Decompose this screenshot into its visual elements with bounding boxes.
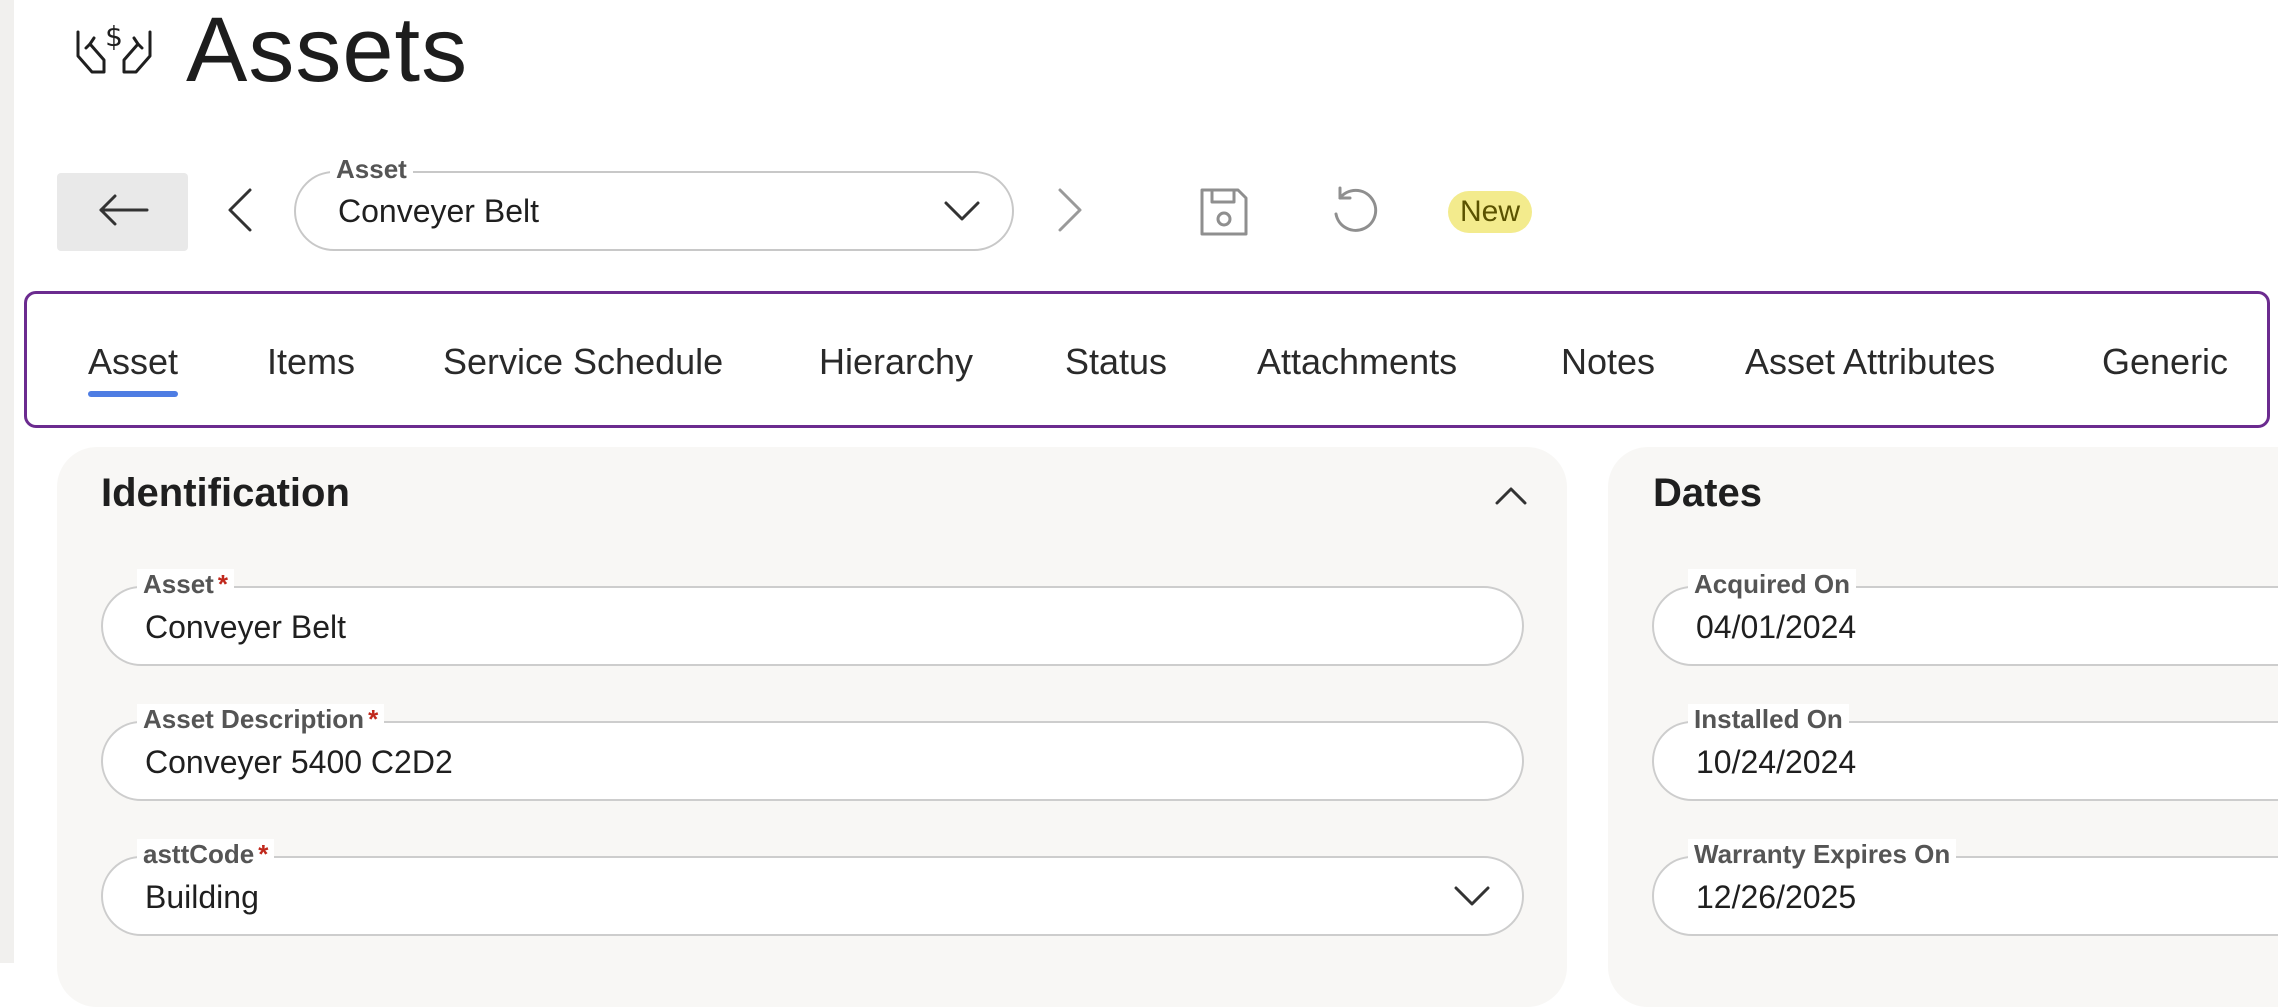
page-header: $ Assets bbox=[74, 0, 468, 100]
tab-asset-attributes[interactable]: Asset Attributes bbox=[1745, 341, 1995, 383]
arrow-left-icon bbox=[97, 194, 149, 231]
acquired-on-value: 04/01/2024 bbox=[1696, 609, 1857, 645]
tab-status[interactable]: Status bbox=[1065, 341, 1167, 383]
asset-field-label-text: Asset bbox=[143, 569, 214, 599]
astt-code-select[interactable]: asttCode * Building bbox=[101, 839, 1524, 936]
asset-selector[interactable]: Asset Conveyer Belt bbox=[294, 154, 1014, 251]
save-button[interactable] bbox=[1196, 184, 1252, 240]
warranty-expires-on-field[interactable]: Warranty Expires On 12/26/2025 bbox=[1652, 839, 2278, 936]
asset-field[interactable]: Asset * Conveyer Belt bbox=[101, 569, 1524, 666]
required-marker: * bbox=[368, 704, 379, 734]
tab-asset[interactable]: Asset bbox=[88, 341, 179, 397]
acquired-on-label: Acquired On bbox=[1688, 569, 1857, 600]
required-marker: * bbox=[258, 839, 269, 869]
astt-code-label-text: asttCode bbox=[143, 839, 255, 869]
asset-description-label-text: Asset Description bbox=[143, 704, 365, 734]
chevron-down-icon bbox=[942, 197, 982, 230]
back-button[interactable] bbox=[57, 173, 188, 251]
tab-items[interactable]: Items bbox=[267, 341, 355, 383]
tab-bar: Asset Items Service Schedule Hierarchy S… bbox=[24, 291, 2270, 428]
identification-title: Identification bbox=[101, 471, 350, 515]
chevron-left-icon bbox=[226, 186, 254, 239]
svg-text:$: $ bbox=[105, 20, 123, 53]
astt-code-value: Building bbox=[145, 879, 259, 915]
warranty-expires-on-label: Warranty Expires On bbox=[1688, 839, 1957, 870]
asset-field-label: Asset * bbox=[137, 569, 234, 600]
chevron-right-icon bbox=[1056, 186, 1084, 239]
installed-on-value: 10/24/2024 bbox=[1696, 744, 1857, 780]
dates-title: Dates bbox=[1653, 471, 1762, 515]
undo-icon bbox=[1328, 186, 1384, 244]
undo-button[interactable] bbox=[1328, 184, 1384, 240]
chevron-up-icon bbox=[1491, 487, 1531, 515]
tab-service-schedule[interactable]: Service Schedule bbox=[443, 341, 723, 383]
left-edge-strip bbox=[0, 0, 14, 963]
asset-selector-label: Asset bbox=[330, 154, 413, 185]
warranty-expires-on-value: 12/26/2025 bbox=[1696, 879, 1857, 915]
chevron-down-icon bbox=[1452, 882, 1492, 915]
required-marker: * bbox=[217, 569, 228, 599]
asset-description-field[interactable]: Asset Description * Conveyer 5400 C2D2 bbox=[101, 704, 1524, 801]
asset-selector-value: Conveyer Belt bbox=[338, 193, 539, 229]
tab-notes[interactable]: Notes bbox=[1561, 341, 1655, 383]
previous-record-button[interactable] bbox=[220, 184, 260, 240]
hands-dollar-icon: $ bbox=[74, 12, 154, 82]
installed-on-field[interactable]: Installed On 10/24/2024 bbox=[1652, 704, 2278, 801]
collapse-section-button[interactable] bbox=[1491, 481, 1531, 511]
status-badge: New bbox=[1448, 191, 1533, 233]
astt-code-label: asttCode * bbox=[137, 839, 275, 870]
page-title: Assets bbox=[186, 0, 469, 101]
tab-hierarchy[interactable]: Hierarchy bbox=[819, 341, 973, 383]
dates-card: Dates Acquired On 04/01/2024 Installed O… bbox=[1608, 447, 2278, 1007]
save-icon bbox=[1196, 188, 1252, 244]
installed-on-label: Installed On bbox=[1688, 704, 1849, 735]
tab-attachments[interactable]: Attachments bbox=[1257, 341, 1457, 383]
tab-generic[interactable]: Generic bbox=[2102, 341, 2228, 383]
next-record-button[interactable] bbox=[1050, 184, 1090, 240]
identification-card: Identification Asset * Conveyer Belt Asse… bbox=[57, 447, 1567, 1007]
asset-field-value: Conveyer Belt bbox=[145, 609, 346, 645]
asset-description-value: Conveyer 5400 C2D2 bbox=[145, 744, 453, 780]
asset-description-label: Asset Description * bbox=[137, 704, 385, 735]
acquired-on-field[interactable]: Acquired On 04/01/2024 bbox=[1652, 569, 2278, 666]
